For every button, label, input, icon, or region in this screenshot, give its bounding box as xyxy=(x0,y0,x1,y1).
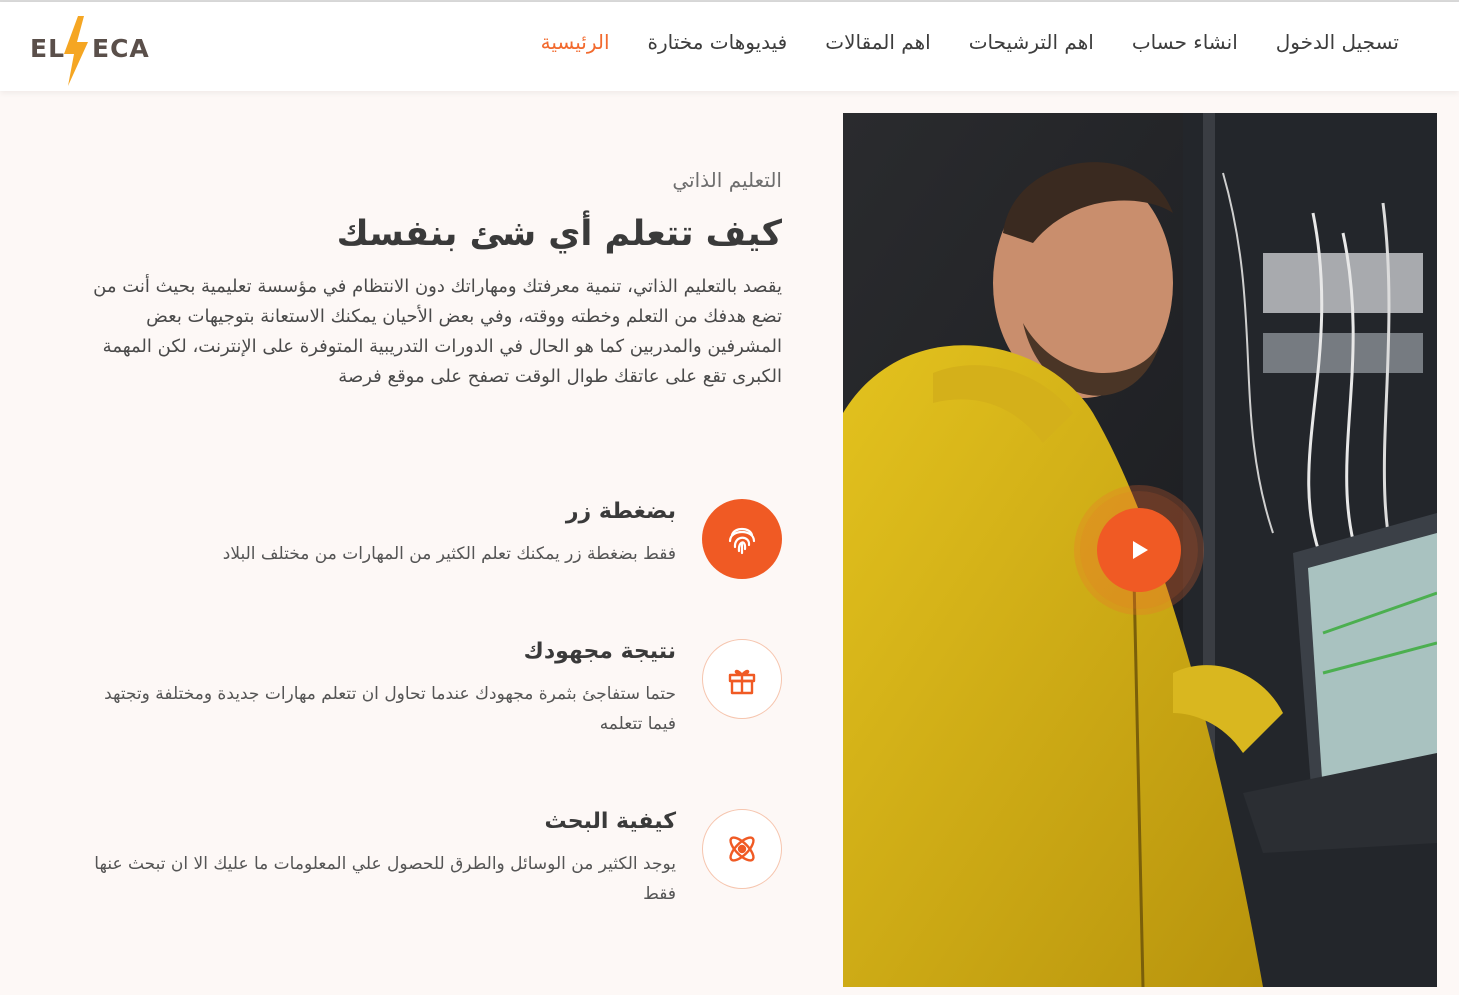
atom-icon xyxy=(702,809,782,889)
section-description: يقصد بالتعليم الذاتي، تنمية معرفتك ومهار… xyxy=(93,276,782,387)
gift-icon xyxy=(702,639,782,719)
nav-item-home[interactable]: الرئيسية xyxy=(541,30,610,54)
nav-item-create-account[interactable]: انشاء حساب xyxy=(1132,30,1238,54)
nav-item-login[interactable]: تسجيل الدخول xyxy=(1276,30,1399,54)
nav-item-top-articles[interactable]: اهم المقالات xyxy=(825,30,930,54)
feature-title: بضغطة زر xyxy=(565,499,676,524)
play-button-ring xyxy=(1080,491,1198,609)
page-title: كيف تتعلم أي شئ بنفسك xyxy=(336,214,782,254)
feature-text: فقط بضغطة زر يمكنك تعلم الكثير من المهار… xyxy=(222,544,676,564)
play-icon xyxy=(1133,541,1148,559)
site-header: EL ECA الرئيسية فيديوهات مختارة اهم المق… xyxy=(0,2,1459,91)
feature-text: حتما ستفاجئ بثمرة مجهودك عندما تحاول ان … xyxy=(104,684,676,734)
section-eyebrow: التعليم الذاتي xyxy=(672,168,782,192)
feature-item-one-click: بضغطة زر فقط بضغطة زر يمكنك تعلم الكثير … xyxy=(142,497,782,607)
feature-title: كيفية البحث xyxy=(544,809,676,834)
fingerprint-icon xyxy=(702,499,782,579)
feature-text: يوجد الكثير من الوسائل والطرق للحصول علي… xyxy=(94,854,676,904)
logo-text-right: ECA xyxy=(92,34,150,63)
nav-item-top-recommendations[interactable]: اهم الترشيحات xyxy=(969,30,1094,54)
intro-section: التعليم الذاتي كيف تتعلم أي شئ بنفسك يقص… xyxy=(62,168,782,392)
feature-item-effort-result: نتيجة مجهودك حتما ستفاجئ بثمرة مجهودك عن… xyxy=(104,637,782,747)
feature-title: نتيجة مجهودك xyxy=(523,639,676,664)
play-video-button[interactable] xyxy=(1097,508,1181,592)
technician-server-room-image xyxy=(843,113,1437,987)
feature-item-how-to-search: كيفية البحث يوجد الكثير من الوسائل والطر… xyxy=(94,807,782,917)
main-nav: الرئيسية فيديوهات مختارة اهم المقالات اه… xyxy=(541,30,1399,54)
lightning-bolt-icon xyxy=(64,16,88,86)
nav-item-featured-videos[interactable]: فيديوهات مختارة xyxy=(648,30,788,54)
site-logo[interactable]: EL ECA xyxy=(30,16,149,86)
